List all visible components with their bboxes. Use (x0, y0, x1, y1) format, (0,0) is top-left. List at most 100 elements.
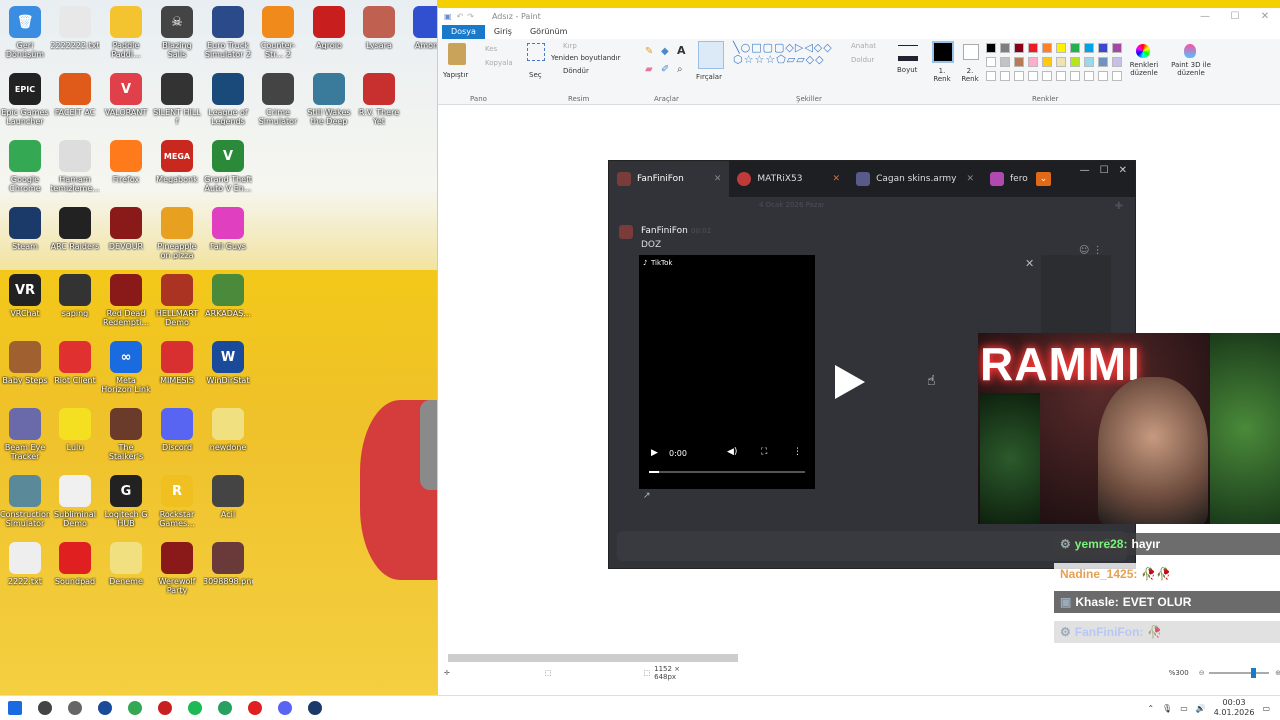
tab-matrix53[interactable]: MATRiX53 ✕ (729, 161, 848, 197)
palette-swatch[interactable] (1028, 57, 1038, 67)
taskbar-windirstat[interactable] (90, 696, 120, 720)
close-tab-icon[interactable]: ✕ (714, 174, 722, 184)
maximize-button[interactable]: ☐ (1100, 165, 1109, 176)
shapes-gallery[interactable]: ╲○□▢▢◇▷◁◇◇ ⬡☆☆☆⬠▱▱◇◇ (733, 42, 833, 76)
palette-swatch[interactable] (1084, 43, 1094, 53)
color2-button[interactable]: 2. Renk (960, 67, 980, 83)
desktop-icon[interactable]: Subliminal Demo (50, 475, 100, 528)
new-message-icon[interactable]: ✚ (1115, 201, 1123, 212)
redo-icon[interactable]: ↷ (467, 12, 474, 21)
menu-view[interactable]: Görünüm (521, 25, 576, 39)
palette-swatch[interactable] (1098, 57, 1108, 67)
taskbar-youtube[interactable] (240, 696, 270, 720)
taskbar-spotify[interactable] (180, 696, 210, 720)
desktop-icon[interactable]: League of Legends (203, 73, 253, 126)
desktop-icon[interactable]: Lysara (354, 6, 404, 50)
horizontal-scrollbar[interactable] (448, 654, 1263, 662)
size-icon[interactable] (898, 45, 918, 61)
desktop-icon[interactable]: Among (404, 6, 437, 50)
desktop-icon[interactable]: Paddle Paddl... (101, 6, 151, 59)
tabs-overflow-button[interactable]: ⌄ (1035, 172, 1052, 186)
desktop-icon[interactable]: Firefox (101, 140, 151, 184)
desktop-icon[interactable]: ARKADAŞ... (203, 274, 253, 318)
desktop-icon[interactable]: Crime Simulator (253, 73, 303, 126)
desktop-icon[interactable]: 3098898.png (203, 542, 253, 586)
taskbar-discord[interactable] (270, 696, 300, 720)
desktop-icon[interactable]: The Stalker's Demo (101, 408, 151, 461)
desktop-icon[interactable]: V Grand Theft Auto V En... (203, 140, 253, 193)
menu-file[interactable]: Dosya (442, 25, 485, 39)
fill-icon[interactable]: ◆ (661, 46, 669, 57)
crop-button[interactable]: Kırp (563, 42, 577, 50)
close-button[interactable]: ✕ (1119, 165, 1127, 176)
palette-swatch-empty[interactable] (1098, 71, 1108, 81)
select-button[interactable]: Seç (529, 71, 542, 79)
desktop-icon[interactable]: SILENT HILL f (152, 73, 202, 126)
tiktok-embed[interactable]: ♪ TikTok ▶ 0:00 ◀) ⛶ ⋮ (639, 255, 815, 489)
desktop-icon[interactable]: FACEIT AC (50, 73, 100, 117)
palette-swatch[interactable] (1042, 57, 1052, 67)
paste-button[interactable]: Yapıştır (443, 71, 468, 79)
copy-button[interactable]: Kopyala (485, 59, 513, 67)
cut-button[interactable]: Kes (485, 45, 497, 53)
palette-swatch[interactable] (1028, 43, 1038, 53)
desktop-icon[interactable]: MEGA Megabonk (152, 140, 202, 184)
picker-icon[interactable]: ✐ (661, 64, 669, 75)
color1-swatch[interactable] (932, 41, 954, 63)
desktop-icon[interactable]: Euro Truck Simulator 2 (203, 6, 253, 59)
palette-swatch[interactable] (1112, 57, 1122, 67)
undo-icon[interactable]: ↶ (457, 12, 464, 21)
desktop-icon[interactable]: Still Wakes the Deep (304, 73, 354, 126)
magnifier-icon[interactable]: ⌕ (677, 64, 683, 75)
play-icon[interactable]: ▶ (651, 448, 658, 458)
desktop-icon[interactable]: newdone (203, 408, 253, 452)
zoom-slider-thumb[interactable] (1250, 668, 1256, 678)
desktop-icon[interactable]: G Logitech G HUB (101, 475, 151, 528)
zoom-in-button[interactable]: ⊕ (1275, 669, 1280, 677)
palette-swatch-empty[interactable] (1056, 71, 1066, 81)
close-tab-icon[interactable]: ✕ (833, 174, 841, 184)
taskbar-search[interactable] (30, 696, 60, 720)
desktop-icon[interactable]: Steam (0, 207, 50, 251)
tab-fero[interactable]: fero (982, 161, 1036, 197)
desktop-icon[interactable]: Fall Guys (203, 207, 253, 251)
resize-button[interactable]: Yeniden boyutlandır (551, 54, 620, 62)
volume-icon[interactable]: 🔊 (1196, 704, 1206, 713)
close-tab-icon[interactable]: ✕ (966, 174, 974, 184)
minimize-button[interactable]: — (1080, 165, 1090, 176)
close-button[interactable]: ✕ (1250, 11, 1280, 22)
desktop-icon[interactable]: Beam Eye Tracker (0, 408, 50, 461)
message-input[interactable]: ➤ ☺ (617, 531, 1127, 561)
desktop-icon[interactable]: Lulu (50, 408, 100, 452)
palette-swatch[interactable] (1070, 57, 1080, 67)
notifications-icon[interactable]: ▭ (1262, 704, 1270, 713)
desktop-icon[interactable]: saping (50, 274, 100, 318)
desktop-icon[interactable]: Google Chrome (0, 140, 50, 193)
desktop-icon[interactable]: MIMESIS (152, 341, 202, 385)
palette-swatch[interactable] (1014, 57, 1024, 67)
taskbar-app-green[interactable] (210, 696, 240, 720)
paint3d-button[interactable]: Paint 3D ile düzenle (1168, 61, 1214, 77)
desktop-icon[interactable]: DEVOUR (101, 207, 151, 251)
network-icon[interactable]: ▭ (1180, 704, 1188, 713)
scrollbar-thumb[interactable] (448, 654, 738, 662)
zoom-out-button[interactable]: ⊖ (1199, 669, 1205, 677)
eraser-icon[interactable]: ▰ (645, 64, 653, 75)
desktop-icon[interactable]: Construction Simulator (0, 475, 50, 528)
desktop-icon[interactable]: Hamam temizleme... (50, 140, 100, 193)
edit-colors-icon[interactable] (1136, 44, 1150, 58)
desktop-icon[interactable]: Soundpad (50, 542, 100, 586)
rotate-button[interactable]: Döndür (563, 67, 589, 75)
outline-button[interactable]: Anahat (851, 42, 876, 50)
close-embed-icon[interactable]: ✕ (1025, 257, 1034, 270)
maximize-button[interactable]: ☐ (1220, 11, 1250, 22)
desktop-icon[interactable]: VR VRChat (0, 274, 50, 318)
palette-swatch-empty[interactable] (1042, 71, 1052, 81)
message-avatar[interactable] (619, 225, 633, 239)
color2-swatch[interactable] (963, 44, 979, 60)
pencil-icon[interactable]: ✎ (645, 46, 653, 57)
desktop-icon[interactable]: ☠ Blazing Sails (152, 6, 202, 59)
taskbar-steam[interactable] (300, 696, 330, 720)
brushes-icon[interactable] (698, 41, 724, 69)
palette-swatch-empty[interactable] (986, 71, 996, 81)
